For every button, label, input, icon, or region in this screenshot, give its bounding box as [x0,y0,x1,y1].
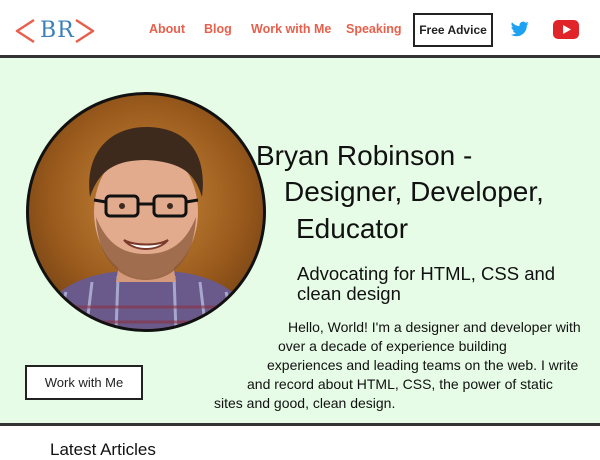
site-header: BR About Blog Work with Me Speaking Free… [0,0,600,58]
latest-articles-heading: Latest Articles [50,440,156,459]
work-with-me-button[interactable]: Work with Me [25,365,143,400]
intro-line-5: sites and good, clean design. [214,395,396,411]
intro-line-3: experiences and leading teams on the web… [267,357,579,373]
nav-speaking-link[interactable]: Speaking [346,0,402,58]
logo-text: BR [40,18,75,43]
site-logo[interactable]: BR [14,14,98,48]
youtube-icon[interactable] [553,20,579,39]
intro-line-4: and record about HTML, CSS, the power of… [247,376,553,392]
nav-blog-link[interactable]: Blog [204,0,232,58]
nav-about-link[interactable]: About [149,0,185,58]
intro-line-2: over a decade of experience building [278,338,507,354]
intro-line-1: Hello, World! I'm a designer and develop… [288,319,581,335]
hero-title-line-3: Educator [296,213,409,244]
free-advice-button[interactable]: Free Advice [413,13,493,47]
nav-work-with-me-link[interactable]: Work with Me [251,0,331,58]
twitter-icon[interactable] [511,21,529,37]
hero-subtitle-line-2: clean design [297,283,401,304]
hero-title-line-2: Designer, Developer, [284,176,544,207]
portrait-illustration [36,127,258,329]
hero-title-line-1: Bryan Robinson - [256,140,473,171]
hero-subtitle-line-1: Advocating for HTML, CSS and [297,263,556,284]
profile-photo [26,92,266,332]
